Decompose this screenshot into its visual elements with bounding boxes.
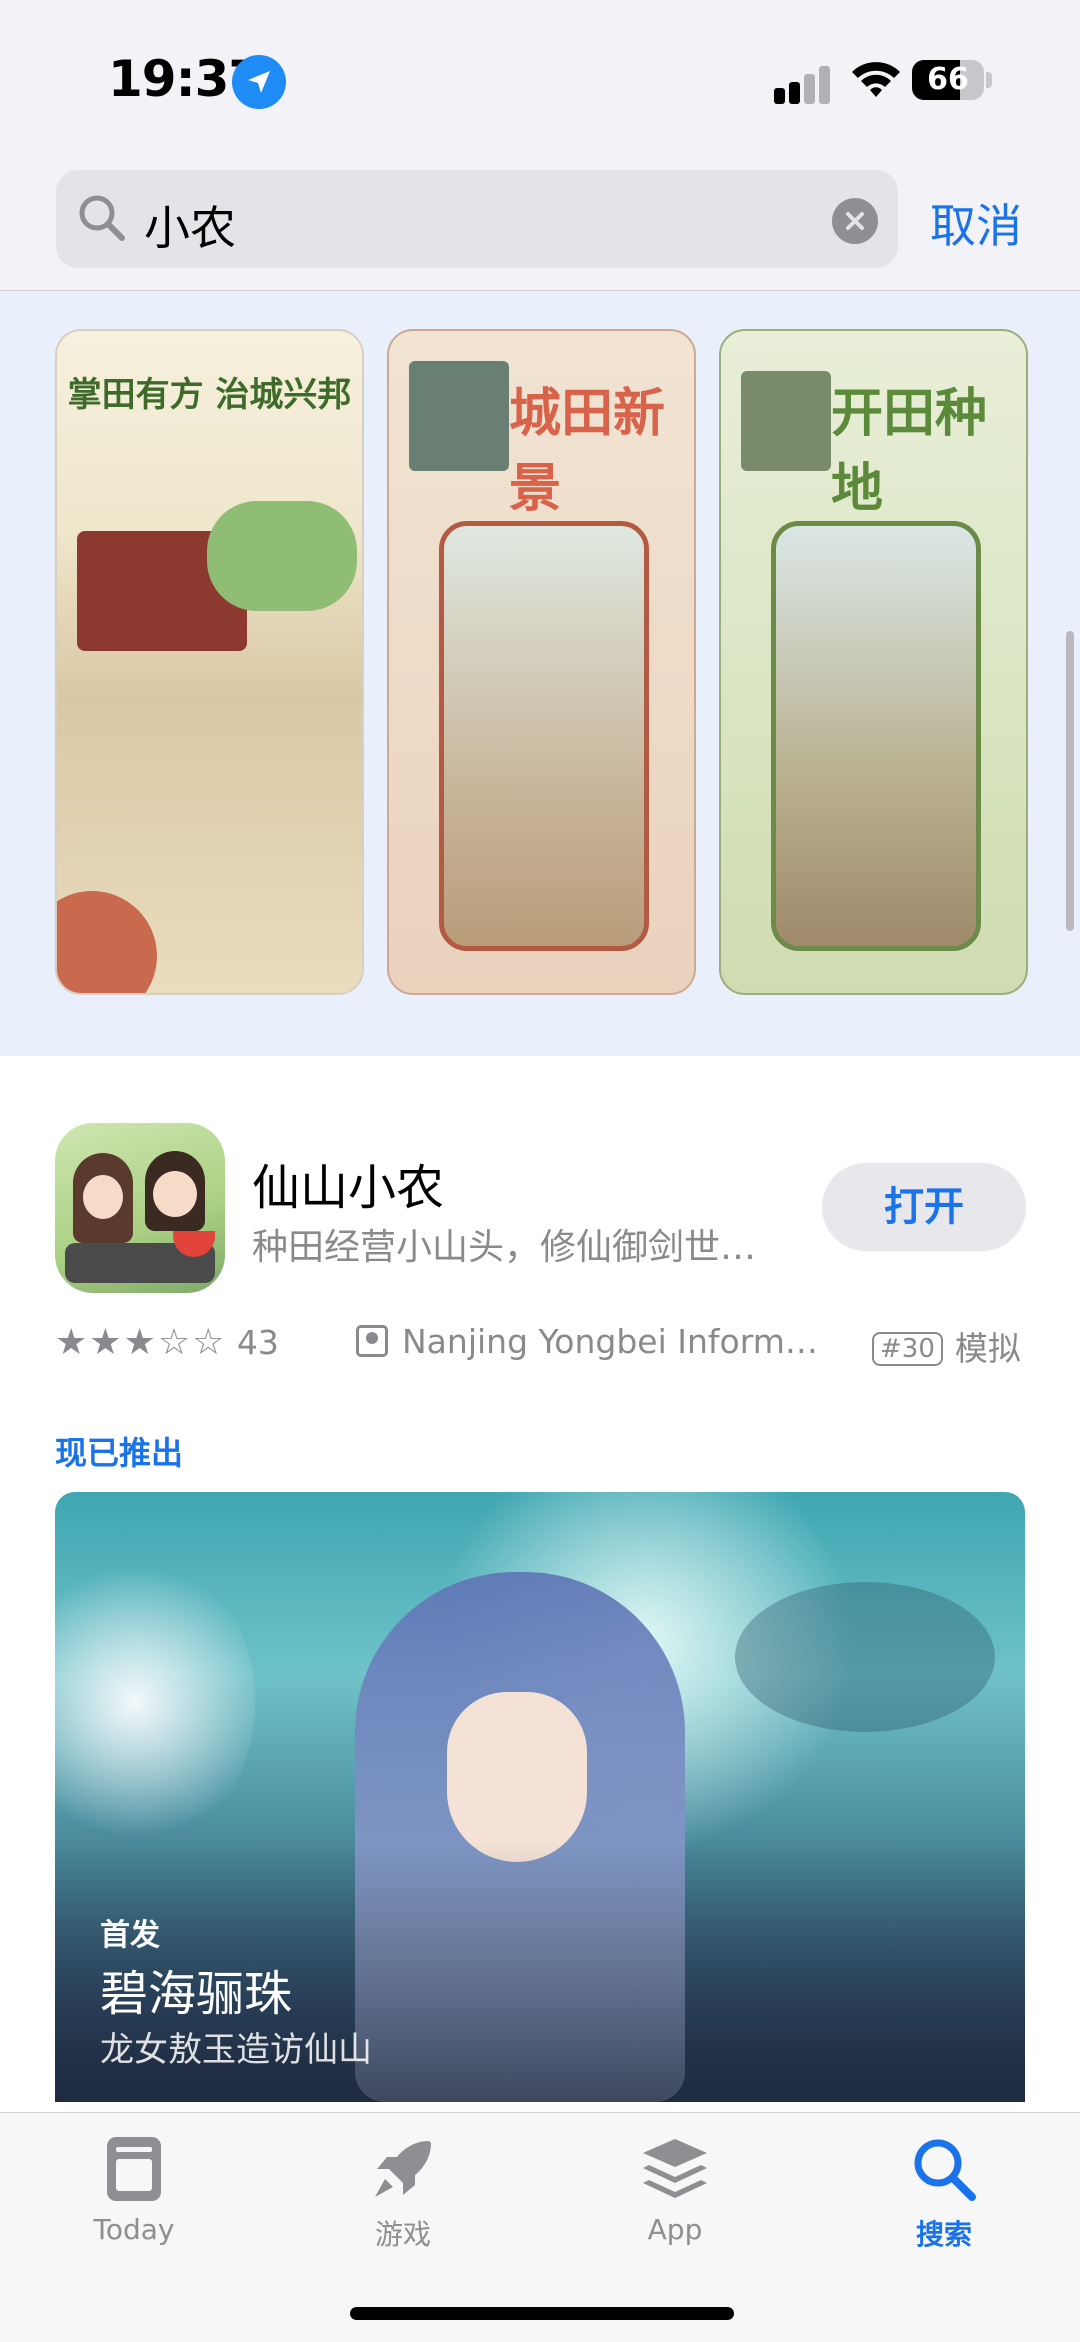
tab-label: App	[647, 2213, 703, 2246]
gate-tower-illustration	[409, 361, 509, 471]
banner-title: 碧海骊珠	[100, 1966, 293, 2022]
wifi-icon	[852, 62, 900, 97]
banner-subtitle: 龙女敖玉造访仙山	[100, 2030, 372, 2070]
whale-illustration	[735, 1582, 995, 1732]
banner-tag: 首发	[100, 1918, 160, 1953]
screenshot-caption: 开田种地	[831, 384, 988, 519]
cellular-signal-icon	[774, 64, 834, 104]
status-bar: 19:37 66	[0, 0, 1080, 160]
search-query[interactable]: 小农	[144, 192, 236, 258]
app-icon[interactable]	[55, 1123, 225, 1293]
battery-tip	[986, 72, 992, 88]
today-icon	[107, 2137, 161, 2201]
apps-stack-icon	[643, 2139, 707, 2198]
clear-search-icon[interactable]	[832, 198, 878, 244]
rating-count: 43	[236, 1323, 279, 1362]
app-subtitle: 种田经营小山头，修仙御剑世…	[252, 1227, 757, 1268]
developer[interactable]: Nanjing Yongbei Inform…	[356, 1322, 818, 1361]
battery-level: 66	[927, 62, 969, 97]
tab-today[interactable]: Today	[44, 2133, 224, 2246]
rank-badge: #30	[872, 1332, 943, 1366]
open-button[interactable]: 打开	[822, 1163, 1026, 1251]
umbrella-illustration	[57, 891, 157, 993]
app-screenshot-1[interactable]: 掌田有方 治城兴邦	[55, 329, 364, 995]
coral-illustration	[55, 1552, 255, 1852]
tab-search[interactable]: 搜索	[854, 2133, 1034, 2253]
phone-preview	[771, 521, 981, 951]
tab-label: 搜索	[915, 2218, 972, 2251]
farm-building-illustration	[741, 371, 831, 471]
tab-apps[interactable]: App	[585, 2133, 765, 2246]
tree-illustration	[207, 501, 357, 611]
search-icon	[79, 195, 125, 241]
developer-name: Nanjing Yongbei Inform…	[402, 1322, 818, 1361]
rating-stars-icon: ★★★☆☆	[55, 1322, 227, 1363]
now-available-label: 现已推出	[55, 1434, 184, 1472]
character-face	[447, 1692, 587, 1862]
phone-preview	[439, 521, 649, 951]
developer-icon	[356, 1325, 388, 1357]
battery-icon: 66	[912, 60, 984, 100]
search-icon	[914, 2139, 976, 2201]
app-name[interactable]: 仙山小农	[252, 1148, 444, 1218]
app-screenshot-3[interactable]: 开田种地	[719, 329, 1028, 995]
rating: ★★★☆☆ 43	[55, 1322, 279, 1363]
screenshot-caption: 掌田有方 治城兴邦	[67, 375, 352, 415]
app-screenshot-2[interactable]: 城田新景	[387, 329, 696, 995]
tab-label: 游戏	[374, 2218, 431, 2251]
cancel-button[interactable]: 取消	[930, 190, 1022, 256]
search-header: 小农 取消	[0, 160, 1080, 291]
chart-rank: #30 模拟	[872, 1322, 1021, 1370]
tab-games[interactable]: 游戏	[313, 2133, 493, 2253]
app-screenshots-carousel[interactable]: 掌田有方 治城兴邦 城田新景 开田种地	[0, 291, 1080, 1056]
scroll-indicator	[1066, 631, 1074, 931]
category-label: 模拟	[954, 1329, 1021, 1368]
search-field[interactable]: 小农	[56, 170, 898, 268]
location-arrow-icon	[232, 55, 286, 109]
screenshot-caption: 城田新景	[509, 384, 666, 519]
event-banner[interactable]: 首发 碧海骊珠 龙女敖玉造访仙山	[55, 1492, 1025, 2102]
rocket-icon	[375, 2141, 431, 2197]
home-indicator[interactable]	[350, 2307, 734, 2320]
tab-label: Today	[93, 2213, 175, 2246]
